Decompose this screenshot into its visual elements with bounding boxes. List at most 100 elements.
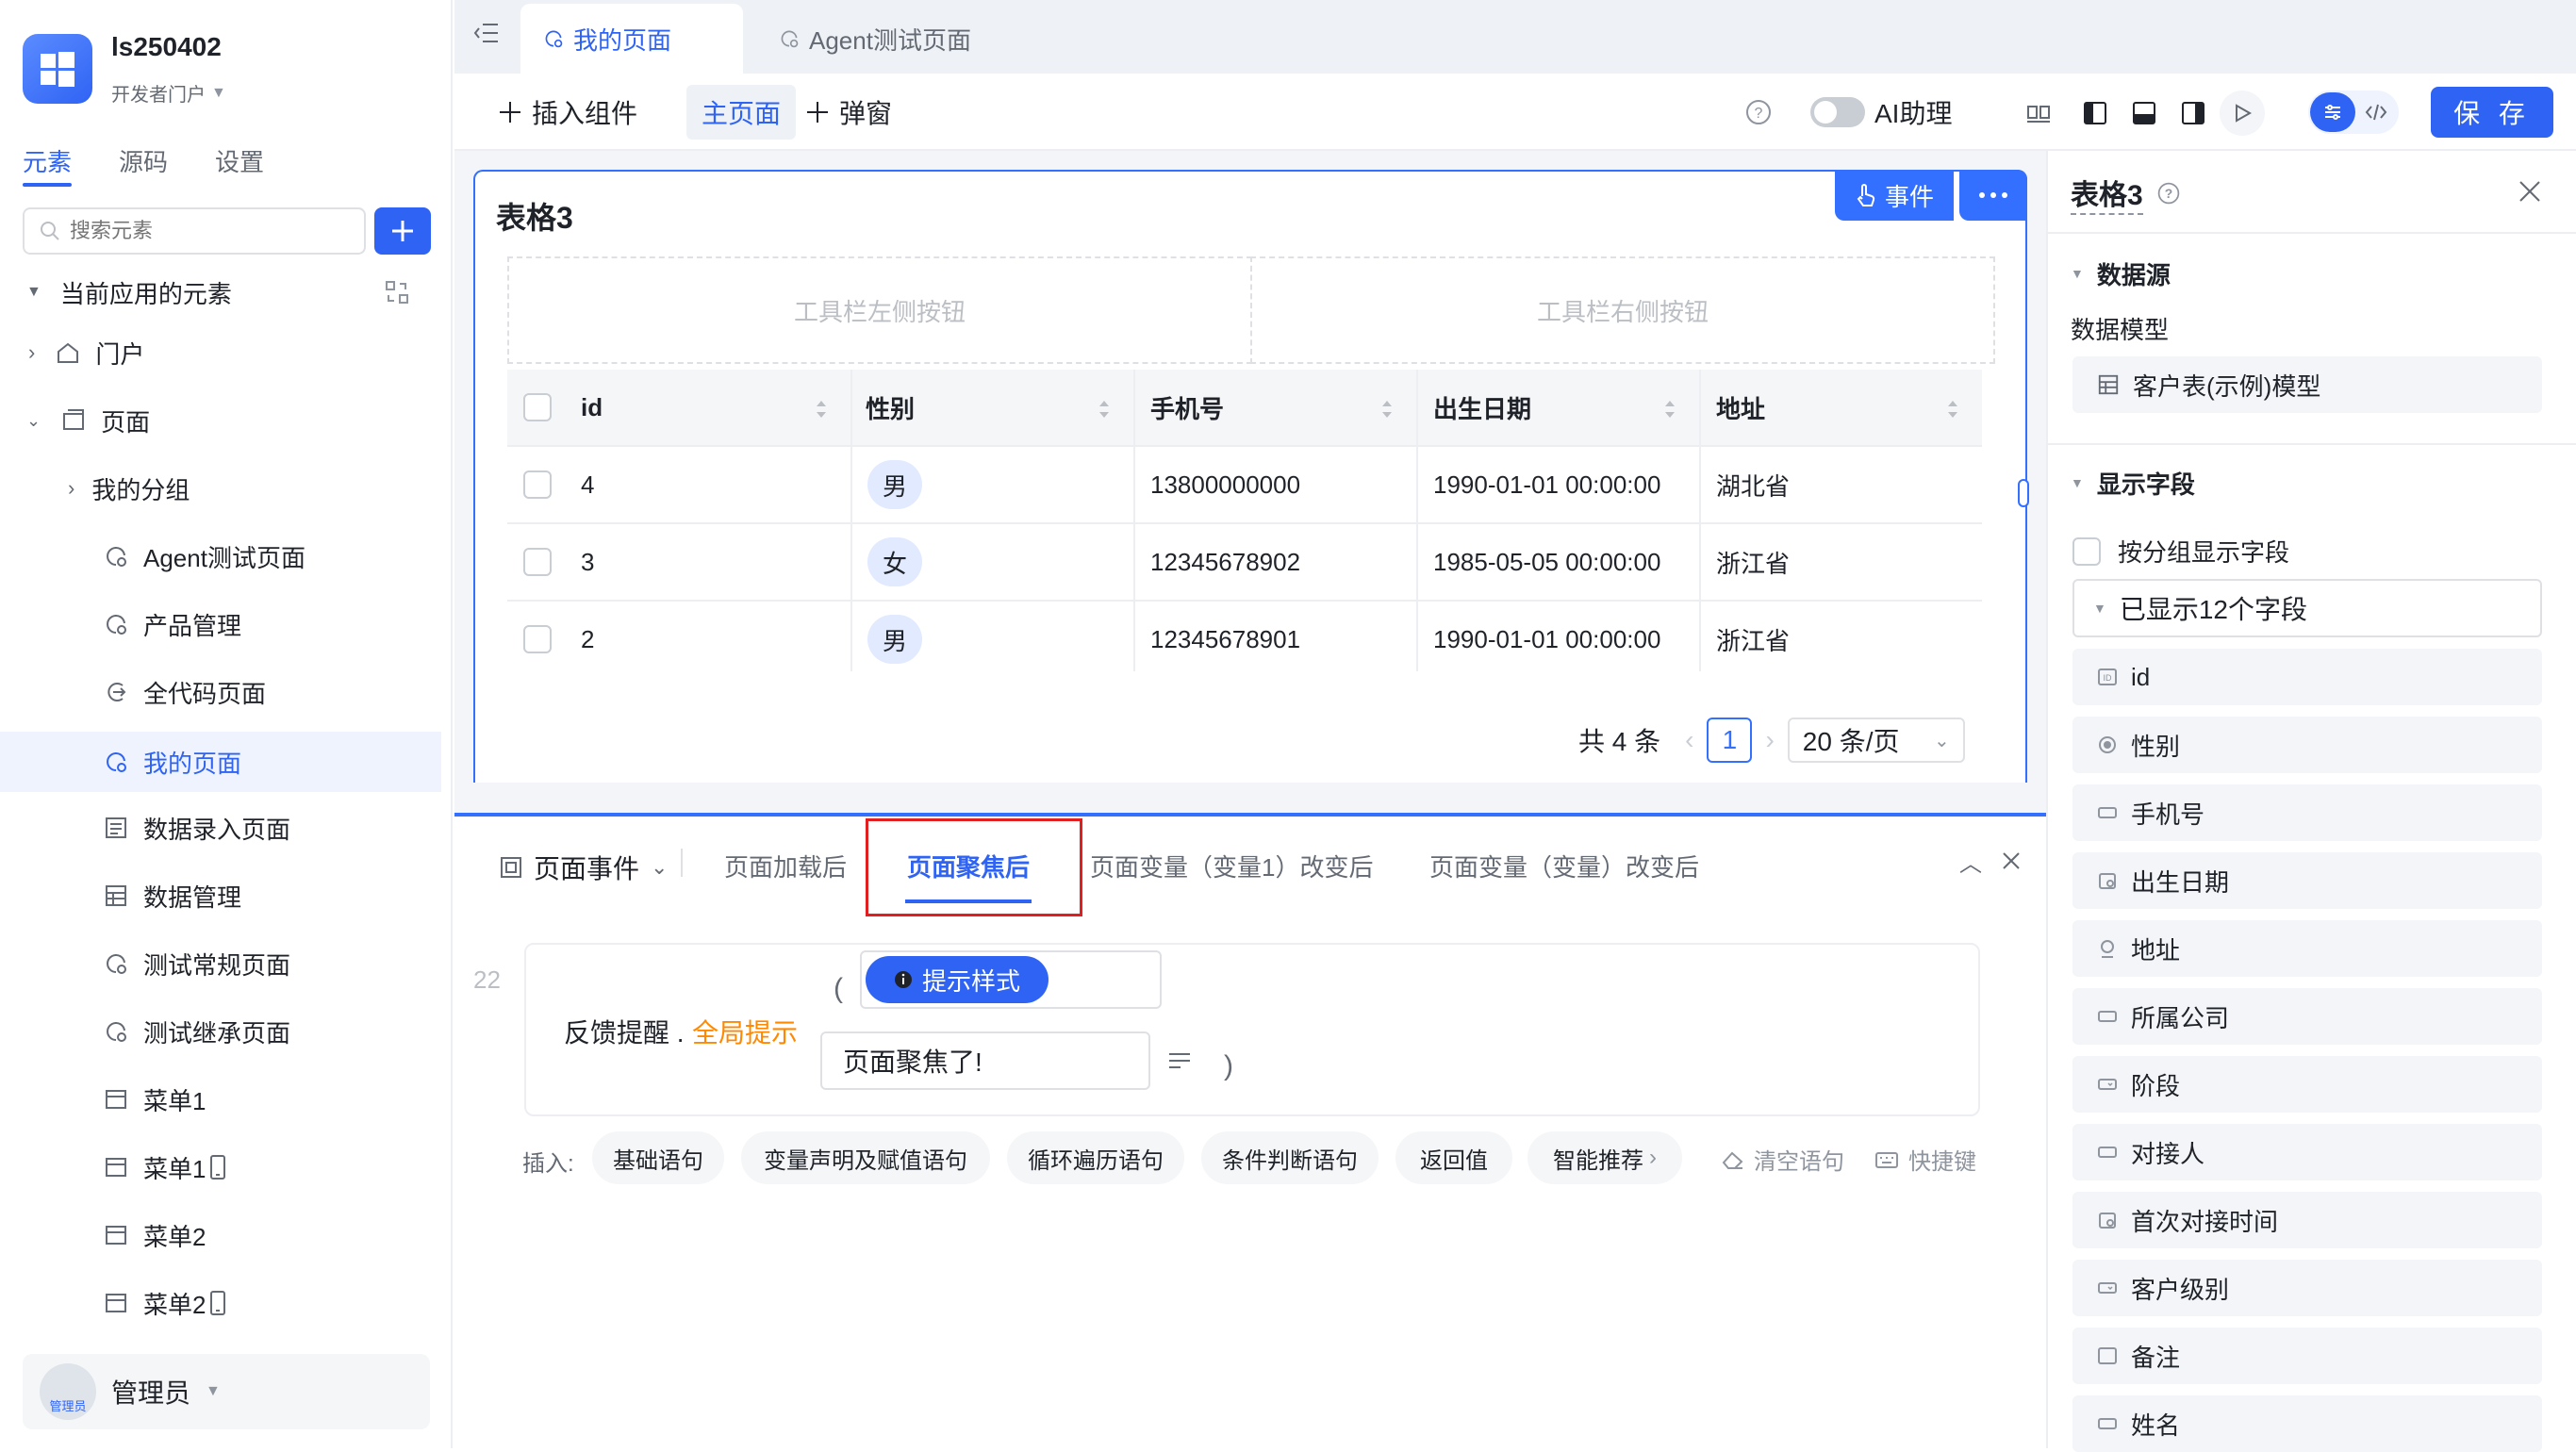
tree-item-menu2-mobile[interactable]: 菜单2 — [0, 1273, 441, 1333]
group-display-checkbox[interactable] — [2072, 536, 2101, 566]
tab-source[interactable]: 源码 — [119, 143, 168, 183]
column-header[interactable]: 性别 — [850, 370, 1133, 447]
tree-item-menu2[interactable]: 菜单2 — [0, 1205, 441, 1265]
data-model-select[interactable]: 客户表(示例)模型 — [2072, 356, 2542, 413]
tree-item-portal[interactable]: › 门户 — [0, 322, 441, 383]
sort-icon[interactable] — [1098, 398, 1111, 421]
event-type-dropdown[interactable]: 页面事件 ⌄ — [500, 849, 668, 886]
style-tag[interactable]: 提示样式 — [866, 956, 1049, 1003]
collapse-up-icon[interactable]: ︿ — [1959, 845, 1982, 878]
ai-assistant-toggle[interactable]: AI助理 — [1810, 85, 1952, 140]
chip-basic-statement[interactable]: 基础语句 — [592, 1131, 724, 1184]
chip-variable-statement[interactable]: 变量声明及赋值语句 — [741, 1131, 990, 1184]
group-display-option[interactable]: 按分组显示字段 — [2072, 534, 2289, 569]
tree-item-data-entry[interactable]: 数据录入页面 — [0, 798, 441, 858]
tab-var1-changed[interactable]: 页面变量（变量1）改变后 — [1090, 849, 1373, 883]
sort-icon[interactable] — [1380, 398, 1394, 421]
close-icon[interactable] — [2518, 179, 2542, 204]
main-page-button[interactable]: 主页面 — [686, 85, 797, 140]
sort-icon[interactable] — [1663, 398, 1676, 421]
tree-item-data-mgmt[interactable]: 数据管理 — [0, 866, 441, 926]
tree-root[interactable]: ▼ 当前应用的元素 — [0, 262, 441, 322]
user-menu[interactable]: 管理员 管理员 ▼ — [23, 1354, 430, 1429]
insert-component-button[interactable]: 插入组件 — [498, 85, 637, 140]
search-input[interactable] — [70, 219, 334, 243]
select-all-checkbox[interactable] — [523, 393, 552, 421]
toolbar-left-slot[interactable]: 工具栏左侧按钮 — [507, 256, 1252, 364]
section-display-fields[interactable]: ▼ 显示字段 — [2071, 454, 2195, 511]
tab-agent-page[interactable]: Agent测试页面 — [756, 4, 994, 74]
tab-my-page[interactable]: 我的页面 — [520, 4, 743, 74]
toolbar-right-slot[interactable]: 工具栏右侧按钮 — [1250, 256, 1995, 364]
tree-item-pages[interactable]: ⌄ 页面 — [0, 390, 441, 451]
code-mode-icon[interactable] — [2355, 92, 2397, 132]
tree-item-agent-page[interactable]: Agent测试页面 — [0, 526, 441, 586]
field-item[interactable]: 地址 — [2072, 920, 2542, 977]
field-item[interactable]: 客户级别 — [2072, 1260, 2542, 1316]
column-header[interactable]: 出生日期 — [1416, 370, 1699, 447]
row-checkbox[interactable] — [523, 470, 552, 499]
portal-selector[interactable]: 开发者门户 ▼ — [111, 79, 226, 107]
page-number[interactable]: 1 — [1707, 718, 1753, 763]
tree-item-my-page[interactable]: 我的页面 — [0, 732, 441, 792]
page-size-select[interactable]: 20 条/页 ⌄ — [1787, 718, 1965, 763]
shown-fields-dropdown[interactable]: ▼ 已显示12个字段 — [2072, 579, 2542, 637]
close-icon[interactable] — [2001, 850, 2022, 871]
tree-item-my-group[interactable]: › 我的分组 — [0, 458, 441, 519]
tab-var-changed[interactable]: 页面变量（变量）改变后 — [1429, 849, 1699, 883]
clear-statements-button[interactable]: 清空语句 — [1722, 1143, 1844, 1176]
chip-smart-recommend[interactable]: 智能推荐 › — [1527, 1131, 1682, 1184]
event-button[interactable]: 事件 — [1835, 170, 1954, 221]
ai-toggle-switch[interactable] — [1810, 97, 1865, 127]
tree-item-test-normal[interactable]: 测试常规页面 — [0, 933, 441, 994]
chip-loop-statement[interactable]: 循环遍历语句 — [1007, 1131, 1184, 1184]
chip-return[interactable]: 返回值 — [1395, 1131, 1512, 1184]
field-item[interactable]: 阶段 — [2072, 1056, 2542, 1113]
left-panel-icon[interactable] — [2072, 91, 2118, 136]
field-item[interactable]: ID id — [2072, 649, 2542, 705]
tree-item-menu1[interactable]: 菜单1 — [0, 1069, 441, 1130]
tree-item-menu1-mobile[interactable]: 菜单1 — [0, 1137, 441, 1197]
more-icon[interactable] — [1959, 170, 2027, 221]
help-icon[interactable]: ? — [1744, 98, 1773, 126]
tab-settings[interactable]: 设置 — [215, 143, 264, 183]
section-datasource[interactable]: ▼ 数据源 — [2071, 245, 2171, 302]
column-header[interactable]: id — [568, 370, 850, 447]
field-item[interactable]: 所属公司 — [2072, 988, 2542, 1045]
field-item[interactable]: 备注 — [2072, 1328, 2542, 1384]
save-button[interactable]: 保 存 — [2431, 87, 2553, 138]
tree-item-test-inherit[interactable]: 测试继承页面 — [0, 1001, 441, 1062]
collapse-sidebar-icon[interactable] — [473, 21, 500, 45]
resize-handle[interactable] — [2018, 479, 2029, 507]
shortcut-button[interactable]: 快捷键 — [1874, 1143, 1976, 1176]
field-item[interactable]: 首次对接时间 — [2072, 1192, 2542, 1248]
field-item[interactable]: 性别 — [2072, 717, 2542, 773]
field-item[interactable]: 对接人 — [2072, 1124, 2542, 1180]
row-checkbox[interactable] — [523, 548, 552, 576]
chip-condition-statement[interactable]: 条件判断语句 — [1201, 1131, 1379, 1184]
expression-icon[interactable] — [1167, 1050, 1192, 1071]
row-checkbox[interactable] — [523, 625, 552, 653]
column-header[interactable]: 地址 — [1699, 370, 1982, 447]
right-panel-icon[interactable] — [2171, 91, 2216, 136]
next-page-icon[interactable]: › — [1765, 725, 1774, 755]
sort-icon[interactable] — [815, 398, 828, 421]
visual-mode-icon[interactable] — [2310, 92, 2355, 132]
popup-button[interactable]: 弹窗 — [805, 85, 892, 140]
layout-compare-icon[interactable] — [2016, 91, 2061, 136]
preview-play-icon[interactable] — [2220, 91, 2265, 136]
style-param-box[interactable]: 提示样式 — [860, 950, 1162, 1009]
sort-icon[interactable] — [1946, 398, 1959, 421]
tab-elements[interactable]: 元素 — [23, 143, 73, 187]
element-search[interactable] — [23, 207, 366, 255]
column-header[interactable]: 手机号 — [1133, 370, 1416, 447]
tab-page-loaded[interactable]: 页面加载后 — [724, 849, 847, 883]
tree-item-fullcode[interactable]: 全代码页面 — [0, 662, 441, 722]
prev-page-icon[interactable]: ‹ — [1685, 725, 1693, 755]
field-item[interactable]: 姓名 — [2072, 1395, 2542, 1452]
table-component[interactable]: 表格3 事件 工具栏左侧按钮 工具栏右侧按钮 id 性别 手机号 出生日期 地址… — [473, 170, 2027, 783]
field-item[interactable]: 手机号 — [2072, 784, 2542, 841]
message-input[interactable]: 页面聚焦了! — [820, 1031, 1150, 1090]
statement-function[interactable]: 全局提示 — [692, 1013, 798, 1050]
locate-icon[interactable] — [385, 280, 409, 305]
